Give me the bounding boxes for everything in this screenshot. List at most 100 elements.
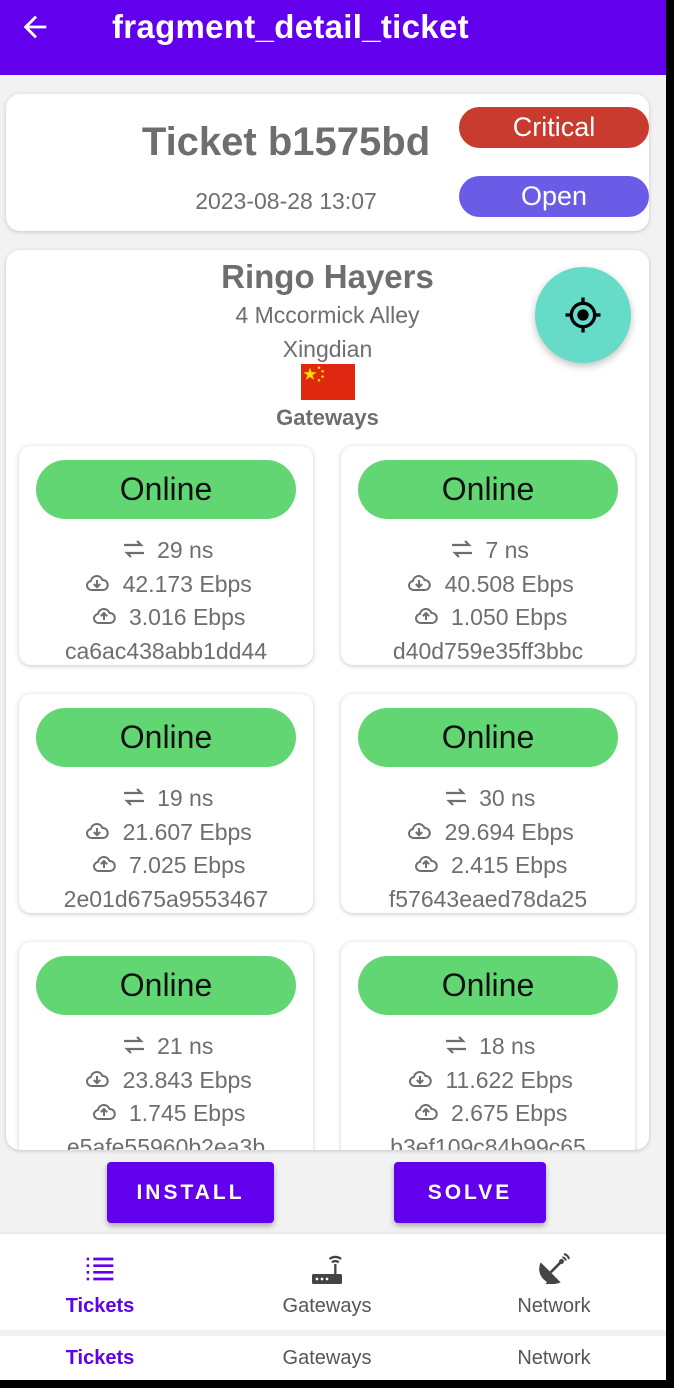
gateway-card[interactable]: Online 19 ns 21.607 Ebps 7.025 Ebps 2e01… [19,694,313,913]
gateway-download: 29.694 Ebps [341,819,635,846]
gateway-latency: 30 ns [341,785,635,812]
gateway-id: e5afe55960b2ea3b [66,1134,266,1150]
status-badge: Open [459,176,649,217]
gateway-card[interactable]: Online 29 ns 42.173 Ebps 3.016 Ebps ca6a… [19,446,313,665]
gateway-download: 21.607 Ebps [19,819,313,846]
gateway-upload-value: 1.745 Ebps [129,1100,246,1126]
gateway-upload-value: 2.675 Ebps [451,1100,568,1126]
cloud-download-icon [86,1070,109,1087]
gateway-card[interactable]: Online 30 ns 29.694 Ebps 2.415 Ebps f576… [341,694,635,913]
app-bar-title: fragment_detail_ticket [112,8,469,45]
gateway-id: d40d759e35ff3bbc [392,638,584,664]
cloud-upload-icon [92,855,116,872]
gateway-upload: 7.025 Ebps [19,852,313,879]
gateway-upload: 2.415 Ebps [341,852,635,879]
ghost-nav-label-gateways: Gateways [282,1347,372,1369]
install-button[interactable]: INSTALL [107,1162,274,1223]
gateway-download-value: 42.173 Ebps [122,571,252,597]
gateway-latency-value: 18 ns [479,1033,536,1059]
locate-button[interactable] [535,267,631,363]
china-flag-icon [301,364,355,400]
nav-label-gateways: Gateways [282,1295,372,1317]
gateway-status-badge: Online [36,708,296,767]
nav-item-tickets[interactable]: Tickets [0,1234,211,1330]
gateway-upload-value: 1.050 Ebps [451,604,568,630]
cloud-upload-icon [414,1103,438,1120]
gateway-download: 40.508 Ebps [341,571,635,598]
gateway-latency-value: 21 ns [157,1033,214,1059]
cloud-download-icon [86,574,109,591]
cloud-download-icon [408,574,431,591]
gateway-latency: 18 ns [341,1033,635,1060]
swap-arrows-icon [123,540,144,558]
priority-badge: Critical [459,107,649,148]
gateways-heading: Gateways [276,405,379,430]
gateway-latency-value: 19 ns [157,785,214,811]
gateway-upload-value: 2.415 Ebps [451,852,568,878]
ghost-nav-label-tickets: Tickets [65,1347,135,1369]
swap-arrows-icon [445,788,466,806]
nav-item-network[interactable]: Network [443,1234,665,1330]
gateway-status-badge: Online [358,708,618,767]
gateway-upload: 1.745 Ebps [19,1100,313,1127]
cloud-upload-icon [92,1103,116,1120]
gateway-upload-value: 3.016 Ebps [129,604,246,630]
cloud-upload-icon [414,607,438,624]
gateway-latency: 21 ns [19,1033,313,1060]
gateway-download-value: 29.694 Ebps [444,819,574,845]
gateway-id: b3ef109c84b99c65 [390,1134,586,1150]
ticket-header-card: Ticket b1575bd 2023-08-28 13:07 Critical… [6,94,649,231]
duplicate-bottom-navigation: Tickets Gateways Network [0,1336,666,1380]
gateway-upload: 3.016 Ebps [19,604,313,631]
app-bar: fragment_detail_ticket [0,0,666,75]
solve-button[interactable]: SOLVE [394,1162,546,1223]
swap-arrows-icon [445,1036,466,1054]
gateway-id: ca6ac438abb1dd44 [64,638,268,664]
gateway-download-value: 23.843 Ebps [122,1067,252,1093]
gateway-download-value: 11.622 Ebps [445,1067,573,1093]
nav-label-network: Network [517,1295,591,1317]
gateway-card[interactable]: Online 21 ns 23.843 Ebps 1.745 Ebps e5af… [19,942,313,1150]
gateway-card[interactable]: Online 18 ns 11.622 Ebps 2.675 Ebps b3ef… [341,942,635,1150]
gateway-latency-value: 29 ns [157,537,214,563]
gateway-status-badge: Online [36,956,296,1015]
gateway-card[interactable]: Online 7 ns 40.508 Ebps 1.050 Ebps d40d7… [341,446,635,665]
gateway-id: 2e01d675a9553467 [63,886,269,912]
swap-arrows-icon [452,540,473,558]
gps-target-icon [565,297,601,333]
cloud-download-icon [408,822,431,839]
customer-card: Ringo Hayers 4 Mccormick Alley Xingdian … [6,250,649,1150]
ticket-list-icon [86,1257,114,1281]
swap-arrows-icon [123,1036,144,1054]
nav-label-tickets: Tickets [65,1295,135,1317]
gateway-status-badge: Online [36,460,296,519]
router-icon [312,1255,342,1284]
gateway-download-value: 21.607 Ebps [122,819,252,845]
cloud-download-icon [86,822,109,839]
gateway-latency-value: 30 ns [479,785,536,811]
nav-item-gateways[interactable]: Gateways [216,1234,438,1330]
gateway-latency: 7 ns [341,537,635,564]
cloud-upload-icon [92,607,116,624]
gateway-latency: 29 ns [19,537,313,564]
gateway-download: 23.843 Ebps [19,1067,313,1094]
ghost-nav-label-network: Network [517,1347,591,1369]
gateway-download-value: 40.508 Ebps [444,571,574,597]
gateway-status-badge: Online [358,460,618,519]
gateway-latency-value: 7 ns [485,537,529,563]
gateway-upload-value: 7.025 Ebps [129,852,246,878]
cloud-upload-icon [414,855,438,872]
swap-arrows-icon [123,788,144,806]
gateway-upload: 2.675 Ebps [341,1100,635,1127]
gateway-download: 11.622 Ebps [341,1067,635,1094]
back-arrow-icon[interactable] [18,10,52,44]
gateway-download: 42.173 Ebps [19,571,313,598]
screen: fragment_detail_ticket Ticket b1575bd 20… [0,0,666,1380]
gateway-status-badge: Online [358,956,618,1015]
gateway-id: f57643eaed78da25 [388,886,588,912]
satellite-dish-icon [539,1253,570,1284]
bottom-navigation: Tickets Gateways Network [0,1234,666,1330]
gateway-latency: 19 ns [19,785,313,812]
cloud-download-icon [409,1070,432,1087]
gateway-upload: 1.050 Ebps [341,604,635,631]
